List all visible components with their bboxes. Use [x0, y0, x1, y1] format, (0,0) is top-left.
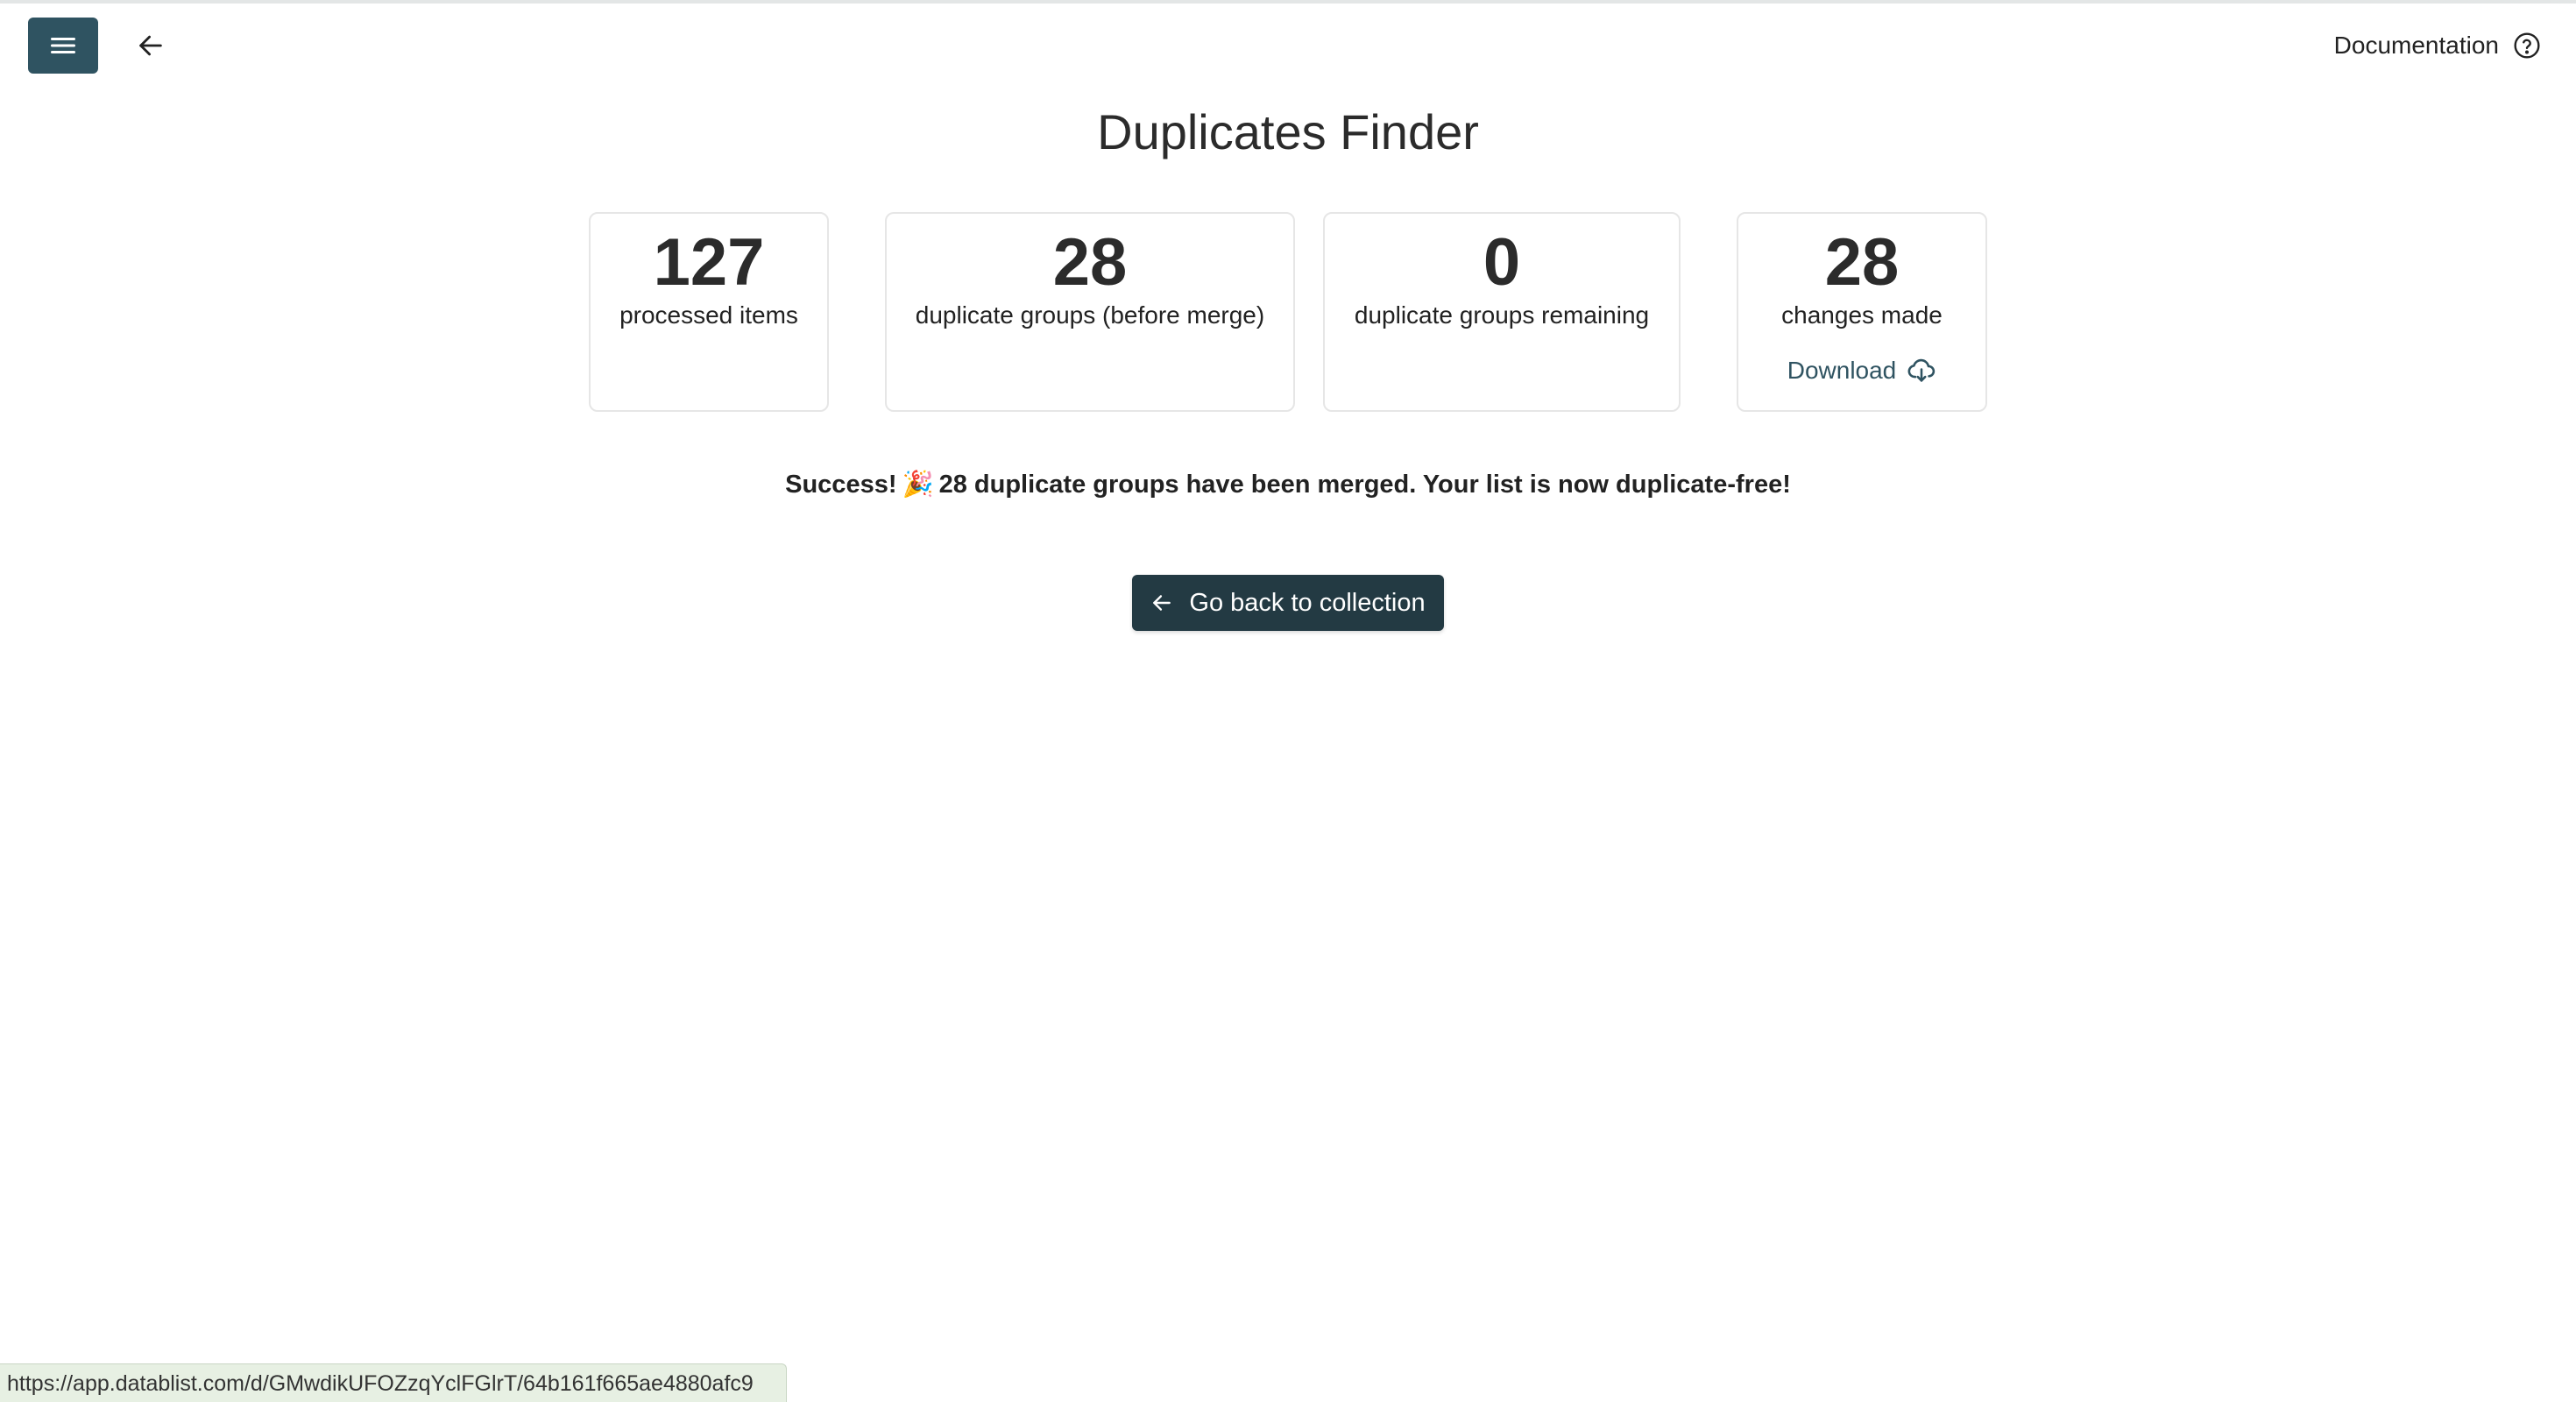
download-link[interactable]: Download	[1787, 356, 1937, 386]
hamburger-menu-icon	[51, 38, 75, 53]
arrow-left-icon	[139, 35, 162, 56]
top-border	[0, 0, 2576, 4]
stat-value: 127	[653, 225, 765, 300]
success-message: Success! 🎉 28 duplicate groups have been m…	[0, 470, 2576, 499]
stat-card-changes-made: 28 changes made Download	[1737, 212, 1987, 412]
arrow-left-icon	[1153, 595, 1171, 611]
stat-value: 28	[1052, 225, 1128, 300]
download-label: Download	[1787, 356, 1897, 384]
stat-value: 28	[1824, 225, 1900, 300]
question-circle-icon	[2514, 32, 2540, 59]
success-text: 28 duplicate groups have been merged. Yo…	[938, 471, 1791, 499]
documentation-label: Documentation	[2333, 32, 2499, 59]
status-bar-url: https://app.datablist.com/d/GMwdikUFOZzq…	[0, 1363, 787, 1402]
stat-label: duplicate groups remaining	[1354, 301, 1650, 329]
success-prefix: Success!	[785, 471, 897, 499]
stat-card-processed-items: 127 processed items	[589, 212, 829, 412]
cloud-download-icon	[1907, 358, 1936, 382]
back-button[interactable]	[130, 25, 172, 67]
documentation-link[interactable]: Documentation	[2334, 25, 2541, 67]
go-back-to-collection-button[interactable]: Go back to collection	[1132, 575, 1444, 631]
page-title: Duplicates Finder	[1097, 104, 1479, 159]
stat-label: processed items	[619, 301, 798, 329]
party-popper-icon: 🎉	[902, 471, 934, 499]
stat-card-duplicate-groups-before: 28 duplicate groups (before merge)	[885, 212, 1295, 412]
go-back-label: Go back to collection	[1189, 588, 1426, 617]
stat-label: duplicate groups (before merge)	[915, 301, 1265, 329]
stat-card-duplicate-groups-remaining: 0 duplicate groups remaining	[1323, 212, 1681, 412]
stat-value: 0	[1483, 225, 1521, 300]
stat-label: changes made	[1781, 301, 1943, 329]
menu-button[interactable]	[28, 18, 98, 74]
